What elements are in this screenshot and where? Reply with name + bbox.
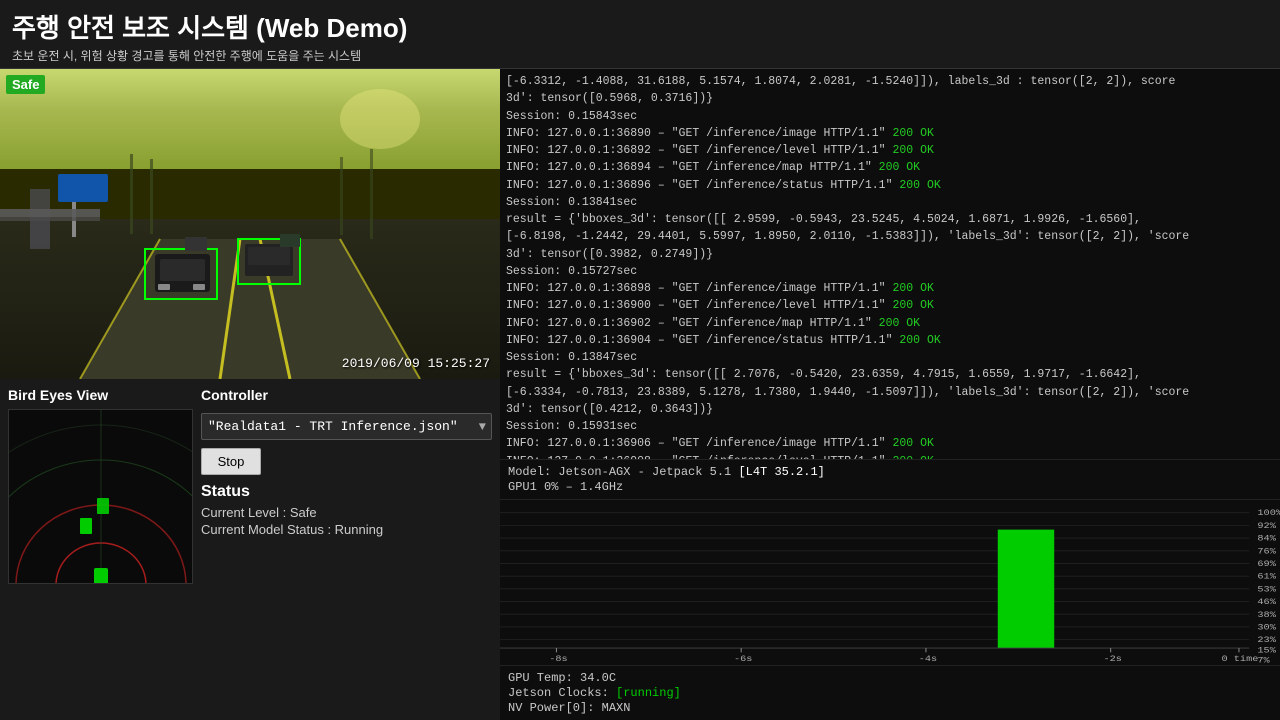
log-line: 3d': tensor([0.5968, 0.3716])} bbox=[506, 90, 1274, 107]
log-line: INFO: 127.0.0.1:36906 – "GET /inference/… bbox=[506, 435, 1274, 452]
gpu-info-section: Model: Jetson-AGX - Jetpack 5.1 [L4T 35.… bbox=[500, 459, 1280, 499]
bottom-left-section: Bird Eyes View bbox=[0, 379, 500, 720]
log-line: INFO: 127.0.0.1:36896 – "GET /inference/… bbox=[506, 177, 1274, 194]
log-line: [-6.8198, -1.2442, 29.4401, 5.5997, 1.89… bbox=[506, 228, 1274, 245]
log-line: INFO: 127.0.0.1:36892 – "GET /inference/… bbox=[506, 142, 1274, 159]
gpu1-text: GPU1 0% – 1.4GHz bbox=[508, 480, 623, 494]
svg-text:0 time: 0 time bbox=[1222, 654, 1259, 664]
log-line: [-6.3334, -0.7813, 23.8389, 5.1278, 1.73… bbox=[506, 384, 1274, 401]
svg-text:53%: 53% bbox=[1257, 584, 1276, 594]
log-line: 3d': tensor([0.4212, 0.3643])} bbox=[506, 401, 1274, 418]
stop-button[interactable]: Stop bbox=[201, 448, 261, 475]
log-line: result = {'bboxes_3d': tensor([[ 2.7076,… bbox=[506, 366, 1274, 383]
svg-text:-6s: -6s bbox=[734, 654, 752, 664]
inference-dropdown-wrapper: "Realdata1 - TRT Inference.json""Realdat… bbox=[201, 413, 492, 440]
log-line: Session: 0.13841sec bbox=[506, 194, 1274, 211]
status-title: Status bbox=[201, 483, 492, 501]
svg-text:61%: 61% bbox=[1257, 571, 1276, 581]
gpu1-line: GPU1 0% – 1.4GHz bbox=[508, 480, 1272, 494]
svg-text:-2s: -2s bbox=[1103, 654, 1121, 664]
log-line: INFO: 127.0.0.1:36890 – "GET /inference/… bbox=[506, 125, 1274, 142]
jetson-clocks-label: Jetson Clocks: bbox=[508, 686, 616, 700]
app-title: 주행 안전 보조 시스템 (Web Demo) bbox=[12, 8, 1268, 45]
svg-text:15%: 15% bbox=[1257, 645, 1276, 655]
log-line: INFO: 127.0.0.1:36900 – "GET /inference/… bbox=[506, 297, 1274, 314]
app-subtitle: 초보 운전 시, 위험 상황 경고를 통해 안전한 주행에 도움을 주는 시스템 bbox=[12, 47, 1268, 64]
current-model-text: Current Model Status : Running bbox=[201, 522, 492, 537]
bird-eyes-section: Bird Eyes View bbox=[8, 387, 193, 712]
svg-text:23%: 23% bbox=[1257, 635, 1276, 645]
nv-power-value: MAXN bbox=[602, 701, 631, 715]
svg-text:30%: 30% bbox=[1257, 622, 1276, 632]
log-line: 3d': tensor([0.3982, 0.2749])} bbox=[506, 246, 1274, 263]
log-line: Session: 0.15727sec bbox=[506, 263, 1274, 280]
bird-eyes-svg bbox=[9, 410, 193, 584]
jetson-clocks-line: Jetson Clocks: [running] bbox=[508, 686, 1272, 700]
gpu-temp-value: 34.0C bbox=[580, 671, 616, 685]
camera-view: Safe 2019/06/09 15:25:27 bbox=[0, 69, 500, 379]
log-terminal: [-6.3312, -1.4088, 31.6188, 5.1574, 1.80… bbox=[500, 69, 1280, 459]
gpu-temp-line: GPU Temp: 34.0C bbox=[508, 671, 1272, 685]
svg-text:-4s: -4s bbox=[919, 654, 937, 664]
svg-text:38%: 38% bbox=[1257, 610, 1276, 620]
controller-title: Controller bbox=[201, 387, 492, 403]
bird-eyes-title: Bird Eyes View bbox=[8, 387, 193, 403]
bird-eyes-canvas bbox=[8, 409, 193, 584]
nv-power-label: NV Power[0]: bbox=[508, 701, 602, 715]
inference-dropdown[interactable]: "Realdata1 - TRT Inference.json""Realdat… bbox=[201, 413, 492, 440]
left-panel: Safe 2019/06/09 15:25:27 Bird Eyes View bbox=[0, 69, 500, 720]
svg-text:69%: 69% bbox=[1257, 559, 1276, 569]
status-section: Status Current Level : Safe Current Mode… bbox=[201, 483, 492, 539]
log-line: Session: 0.15843sec bbox=[506, 108, 1274, 125]
svg-text:-8s: -8s bbox=[549, 654, 567, 664]
svg-text:84%: 84% bbox=[1257, 533, 1276, 543]
svg-text:46%: 46% bbox=[1257, 597, 1276, 607]
bottom-stats-section: GPU Temp: 34.0C Jetson Clocks: [running]… bbox=[500, 665, 1280, 720]
controller-section: Controller "Realdata1 - TRT Inference.js… bbox=[201, 387, 492, 712]
current-level-text: Current Level : Safe bbox=[201, 505, 492, 520]
log-line: INFO: 127.0.0.1:36898 – "GET /inference/… bbox=[506, 280, 1274, 297]
log-line: Session: 0.15931sec bbox=[506, 418, 1274, 435]
svg-text:76%: 76% bbox=[1257, 546, 1276, 556]
camera-timestamp: 2019/06/09 15:25:27 bbox=[342, 356, 490, 371]
log-line: INFO: 127.0.0.1:36904 – "GET /inference/… bbox=[506, 332, 1274, 349]
main-layout: Safe 2019/06/09 15:25:27 Bird Eyes View bbox=[0, 69, 1280, 720]
log-line: INFO: 127.0.0.1:36902 – "GET /inference/… bbox=[506, 315, 1274, 332]
gpu-temp-label: GPU Temp: bbox=[508, 671, 580, 685]
svg-text:100%: 100% bbox=[1257, 508, 1280, 518]
svg-text:92%: 92% bbox=[1257, 521, 1276, 531]
log-line: [-6.3312, -1.4088, 31.6188, 5.1574, 1.80… bbox=[506, 73, 1274, 90]
app-header: 주행 안전 보조 시스템 (Web Demo) 초보 운전 시, 위험 상황 경… bbox=[0, 0, 1280, 69]
chart-area: 100% 92% 84% 76% 69% 61% 53% 46% 38% 30%… bbox=[500, 499, 1280, 665]
camera-scene-svg bbox=[0, 69, 500, 379]
log-line: INFO: 127.0.0.1:36894 – "GET /inference/… bbox=[506, 159, 1274, 176]
right-panel: [-6.3312, -1.4088, 31.6188, 5.1574, 1.80… bbox=[500, 69, 1280, 720]
svg-text:7%: 7% bbox=[1257, 655, 1270, 665]
gpu-model-line: Model: Jetson-AGX - Jetpack 5.1 [L4T 35.… bbox=[508, 465, 1272, 479]
log-line: result = {'bboxes_3d': tensor([[ 2.9599,… bbox=[506, 211, 1274, 228]
nv-power-line: NV Power[0]: MAXN bbox=[508, 701, 1272, 715]
safe-badge: Safe bbox=[6, 75, 45, 94]
gpu-chart-svg: 100% 92% 84% 76% 69% 61% 53% 46% 38% 30%… bbox=[500, 500, 1280, 665]
log-line: Session: 0.13847sec bbox=[506, 349, 1274, 366]
jetson-clocks-value: [running] bbox=[616, 686, 681, 700]
